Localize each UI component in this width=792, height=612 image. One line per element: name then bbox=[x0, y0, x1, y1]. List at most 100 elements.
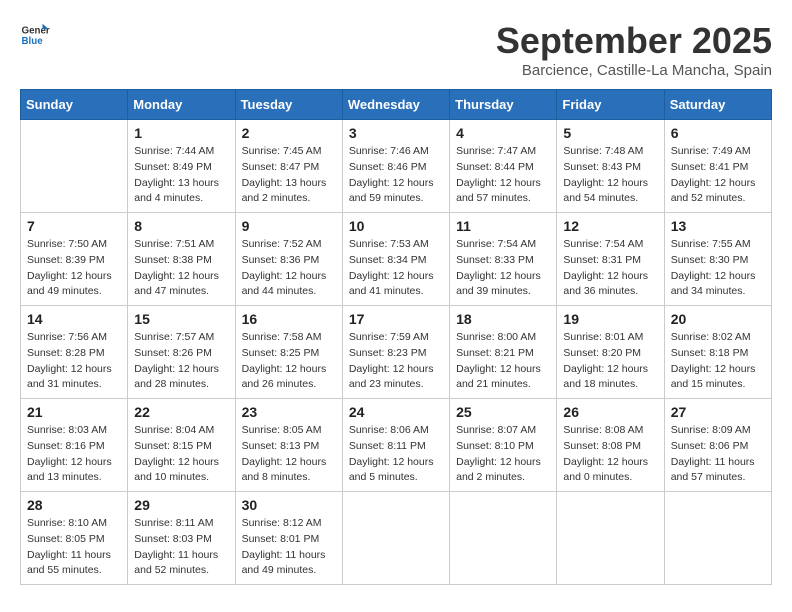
week-row-3: 21 Sunrise: 8:03 AMSunset: 8:16 PMDayligh… bbox=[21, 399, 772, 492]
day-number: 24 bbox=[349, 404, 443, 420]
day-number: 27 bbox=[671, 404, 765, 420]
day-info: Sunrise: 7:59 AMSunset: 8:23 PMDaylight:… bbox=[349, 330, 443, 393]
day-info: Sunrise: 8:12 AMSunset: 8:01 PMDaylight:… bbox=[242, 516, 336, 579]
day-cell: 25 Sunrise: 8:07 AMSunset: 8:10 PMDayligh… bbox=[450, 399, 557, 492]
day-number: 3 bbox=[349, 125, 443, 141]
day-info: Sunrise: 7:50 AMSunset: 8:39 PMDaylight:… bbox=[27, 237, 121, 300]
day-number: 21 bbox=[27, 404, 121, 420]
day-info: Sunrise: 7:54 AMSunset: 8:33 PMDaylight:… bbox=[456, 237, 550, 300]
day-info: Sunrise: 7:45 AMSunset: 8:47 PMDaylight:… bbox=[242, 144, 336, 207]
week-row-2: 14 Sunrise: 7:56 AMSunset: 8:28 PMDayligh… bbox=[21, 306, 772, 399]
week-row-0: 1Sunrise: 7:44 AMSunset: 8:49 PMDaylight… bbox=[21, 120, 772, 213]
weekday-header-saturday: Saturday bbox=[664, 90, 771, 120]
day-cell: 23 Sunrise: 8:05 AMSunset: 8:13 PMDayligh… bbox=[235, 399, 342, 492]
day-info: Sunrise: 7:48 AMSunset: 8:43 PMDaylight:… bbox=[563, 144, 657, 207]
day-cell bbox=[21, 120, 128, 213]
day-info: Sunrise: 8:10 AMSunset: 8:05 PMDaylight:… bbox=[27, 516, 121, 579]
day-number: 13 bbox=[671, 218, 765, 234]
day-cell: 22 Sunrise: 8:04 AMSunset: 8:15 PMDayligh… bbox=[128, 399, 235, 492]
week-row-4: 28 Sunrise: 8:10 AMSunset: 8:05 PMDayligh… bbox=[21, 492, 772, 585]
weekday-header-row: SundayMondayTuesdayWednesdayThursdayFrid… bbox=[21, 90, 772, 120]
day-info: Sunrise: 7:52 AMSunset: 8:36 PMDaylight:… bbox=[242, 237, 336, 300]
weekday-header-tuesday: Tuesday bbox=[235, 90, 342, 120]
day-number: 16 bbox=[242, 311, 336, 327]
day-number: 9 bbox=[242, 218, 336, 234]
day-cell bbox=[664, 492, 771, 585]
day-cell: 1Sunrise: 7:44 AMSunset: 8:49 PMDaylight… bbox=[128, 120, 235, 213]
day-info: Sunrise: 7:58 AMSunset: 8:25 PMDaylight:… bbox=[242, 330, 336, 393]
week-row-1: 7 Sunrise: 7:50 AMSunset: 8:39 PMDaylight… bbox=[21, 213, 772, 306]
day-info: Sunrise: 8:04 AMSunset: 8:15 PMDaylight:… bbox=[134, 423, 228, 486]
day-number: 29 bbox=[134, 497, 228, 513]
day-cell: 17 Sunrise: 7:59 AMSunset: 8:23 PMDayligh… bbox=[342, 306, 449, 399]
day-info: Sunrise: 8:03 AMSunset: 8:16 PMDaylight:… bbox=[27, 423, 121, 486]
day-number: 11 bbox=[456, 218, 550, 234]
page-header: General Blue September 2025 Barcience, C… bbox=[20, 20, 772, 79]
day-info: Sunrise: 7:57 AMSunset: 8:26 PMDaylight:… bbox=[134, 330, 228, 393]
day-info: Sunrise: 8:00 AMSunset: 8:21 PMDaylight:… bbox=[456, 330, 550, 393]
svg-text:Blue: Blue bbox=[22, 36, 44, 47]
day-info: Sunrise: 8:07 AMSunset: 8:10 PMDaylight:… bbox=[456, 423, 550, 486]
day-number: 17 bbox=[349, 311, 443, 327]
day-number: 19 bbox=[563, 311, 657, 327]
weekday-header-friday: Friday bbox=[557, 90, 664, 120]
day-number: 18 bbox=[456, 311, 550, 327]
calendar: SundayMondayTuesdayWednesdayThursdayFrid… bbox=[20, 89, 772, 585]
day-cell: 27 Sunrise: 8:09 AMSunset: 8:06 PMDayligh… bbox=[664, 399, 771, 492]
day-cell: 14 Sunrise: 7:56 AMSunset: 8:28 PMDayligh… bbox=[21, 306, 128, 399]
day-cell: 5Sunrise: 7:48 AMSunset: 8:43 PMDaylight… bbox=[557, 120, 664, 213]
day-cell: 2 Sunrise: 7:45 AMSunset: 8:47 PMDaylight… bbox=[235, 120, 342, 213]
day-info: Sunrise: 8:11 AMSunset: 8:03 PMDaylight:… bbox=[134, 516, 228, 579]
day-number: 30 bbox=[242, 497, 336, 513]
day-cell: 29 Sunrise: 8:11 AMSunset: 8:03 PMDayligh… bbox=[128, 492, 235, 585]
day-info: Sunrise: 8:09 AMSunset: 8:06 PMDaylight:… bbox=[671, 423, 765, 486]
day-info: Sunrise: 8:01 AMSunset: 8:20 PMDaylight:… bbox=[563, 330, 657, 393]
day-cell: 28 Sunrise: 8:10 AMSunset: 8:05 PMDayligh… bbox=[21, 492, 128, 585]
logo-icon: General Blue bbox=[20, 20, 50, 50]
day-number: 28 bbox=[27, 497, 121, 513]
day-number: 7 bbox=[27, 218, 121, 234]
day-cell: 3 Sunrise: 7:46 AMSunset: 8:46 PMDaylight… bbox=[342, 120, 449, 213]
day-info: Sunrise: 8:02 AMSunset: 8:18 PMDaylight:… bbox=[671, 330, 765, 393]
day-cell: 13 Sunrise: 7:55 AMSunset: 8:30 PMDayligh… bbox=[664, 213, 771, 306]
day-info: Sunrise: 7:47 AMSunset: 8:44 PMDaylight:… bbox=[456, 144, 550, 207]
day-number: 23 bbox=[242, 404, 336, 420]
day-number: 15 bbox=[134, 311, 228, 327]
day-cell: 30 Sunrise: 8:12 AMSunset: 8:01 PMDayligh… bbox=[235, 492, 342, 585]
day-cell: 9 Sunrise: 7:52 AMSunset: 8:36 PMDaylight… bbox=[235, 213, 342, 306]
day-cell: 26Sunrise: 8:08 AMSunset: 8:08 PMDayligh… bbox=[557, 399, 664, 492]
day-info: Sunrise: 7:49 AMSunset: 8:41 PMDaylight:… bbox=[671, 144, 765, 207]
day-number: 22 bbox=[134, 404, 228, 420]
day-cell: 8Sunrise: 7:51 AMSunset: 8:38 PMDaylight… bbox=[128, 213, 235, 306]
day-cell: 19 Sunrise: 8:01 AMSunset: 8:20 PMDayligh… bbox=[557, 306, 664, 399]
day-info: Sunrise: 7:53 AMSunset: 8:34 PMDaylight:… bbox=[349, 237, 443, 300]
day-info: Sunrise: 7:54 AMSunset: 8:31 PMDaylight:… bbox=[563, 237, 657, 300]
logo: General Blue bbox=[20, 20, 54, 50]
day-number: 2 bbox=[242, 125, 336, 141]
day-info: Sunrise: 7:55 AMSunset: 8:30 PMDaylight:… bbox=[671, 237, 765, 300]
title-block: September 2025 Barcience, Castille-La Ma… bbox=[496, 20, 772, 79]
day-number: 25 bbox=[456, 404, 550, 420]
day-cell: 10Sunrise: 7:53 AMSunset: 8:34 PMDayligh… bbox=[342, 213, 449, 306]
day-number: 20 bbox=[671, 311, 765, 327]
day-info: Sunrise: 7:56 AMSunset: 8:28 PMDaylight:… bbox=[27, 330, 121, 393]
day-cell bbox=[450, 492, 557, 585]
day-number: 6 bbox=[671, 125, 765, 141]
day-number: 12 bbox=[563, 218, 657, 234]
day-info: Sunrise: 8:05 AMSunset: 8:13 PMDaylight:… bbox=[242, 423, 336, 486]
day-number: 8 bbox=[134, 218, 228, 234]
weekday-header-sunday: Sunday bbox=[21, 90, 128, 120]
day-cell: 18 Sunrise: 8:00 AMSunset: 8:21 PMDayligh… bbox=[450, 306, 557, 399]
day-cell: 24 Sunrise: 8:06 AMSunset: 8:11 PMDayligh… bbox=[342, 399, 449, 492]
day-cell: 16 Sunrise: 7:58 AMSunset: 8:25 PMDayligh… bbox=[235, 306, 342, 399]
day-info: Sunrise: 8:06 AMSunset: 8:11 PMDaylight:… bbox=[349, 423, 443, 486]
day-cell: 7 Sunrise: 7:50 AMSunset: 8:39 PMDaylight… bbox=[21, 213, 128, 306]
day-number: 1 bbox=[134, 125, 228, 141]
weekday-header-thursday: Thursday bbox=[450, 90, 557, 120]
day-number: 14 bbox=[27, 311, 121, 327]
day-cell: 4Sunrise: 7:47 AMSunset: 8:44 PMDaylight… bbox=[450, 120, 557, 213]
day-cell: 20 Sunrise: 8:02 AMSunset: 8:18 PMDayligh… bbox=[664, 306, 771, 399]
day-cell bbox=[557, 492, 664, 585]
day-cell: 21 Sunrise: 8:03 AMSunset: 8:16 PMDayligh… bbox=[21, 399, 128, 492]
day-info: Sunrise: 7:46 AMSunset: 8:46 PMDaylight:… bbox=[349, 144, 443, 207]
